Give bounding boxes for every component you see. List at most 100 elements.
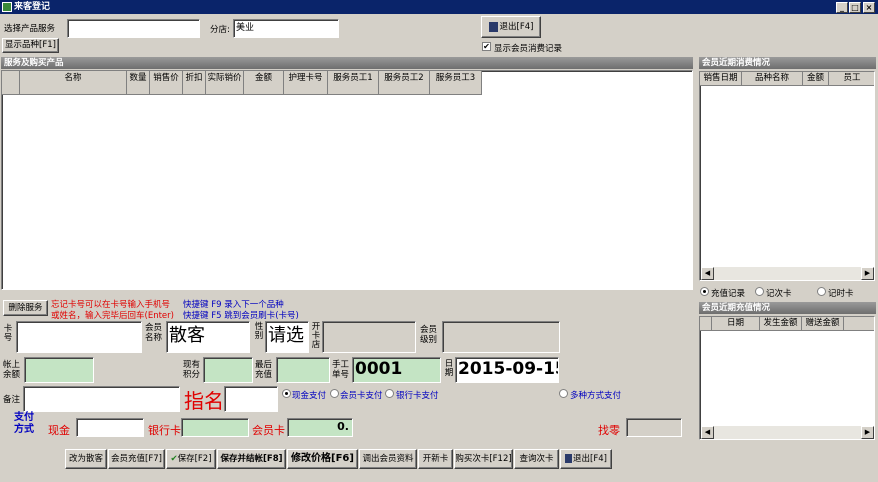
consume-col-item[interactable]: 品种名称 bbox=[742, 72, 803, 86]
to-walkin-button[interactable]: 改为散客 bbox=[65, 449, 107, 469]
scroll-right-icon[interactable]: ▶ bbox=[861, 426, 874, 439]
radio-times-card[interactable] bbox=[755, 287, 764, 296]
consume-hscrollbar[interactable]: ◀ ▶ bbox=[701, 267, 874, 280]
col-staff-2[interactable]: 服务员工2 bbox=[379, 71, 430, 95]
recharge-col-date[interactable]: 日期 bbox=[712, 317, 760, 331]
points-label: 现有积分 bbox=[183, 360, 201, 380]
cash-label: 现金 bbox=[48, 424, 70, 437]
manual-no-input[interactable]: 0001 bbox=[352, 357, 441, 383]
member-level-input[interactable] bbox=[442, 321, 560, 353]
col-amount[interactable]: 金额 bbox=[244, 71, 284, 95]
modify-price-button[interactable]: 修改价格[F6] bbox=[287, 449, 358, 469]
card-no-label: 卡号 bbox=[3, 324, 13, 343]
exit-top-button[interactable]: 退出[F4] bbox=[481, 16, 541, 38]
consume-col-amount[interactable]: 金额 bbox=[803, 72, 829, 86]
col-discount[interactable]: 折扣 bbox=[183, 71, 206, 95]
hint-red-2: 或姓名，输入完毕后回车(Enter) bbox=[51, 311, 174, 321]
window-title: 来客登记 bbox=[14, 2, 51, 12]
account-balance-input[interactable] bbox=[24, 357, 94, 383]
load-member-button[interactable]: 调出会员资料 bbox=[359, 449, 417, 469]
account-balance-label: 帐上余额 bbox=[3, 360, 21, 380]
open-card-button[interactable]: 开新卡 bbox=[418, 449, 453, 469]
minimize-icon[interactable]: _ bbox=[836, 2, 848, 13]
member-recharge-panel-title: 会员近期充值情况 bbox=[699, 302, 876, 314]
remark-input[interactable] bbox=[23, 386, 180, 412]
recharge-hscrollbar[interactable]: ◀ ▶ bbox=[701, 426, 874, 439]
show-item-button[interactable]: 显示品种[F1] bbox=[2, 38, 59, 53]
buy-times-card-button[interactable]: 购买次卡[F12] bbox=[454, 449, 513, 469]
date-label: 日期 bbox=[444, 359, 454, 378]
recharge-col-bonus[interactable]: 赠送金额 bbox=[802, 317, 844, 331]
title-bar: 来客登记 _ □ × bbox=[0, 0, 878, 14]
member-name-input[interactable]: 散客 bbox=[166, 321, 250, 353]
radio-pay-cash[interactable] bbox=[282, 389, 291, 398]
open-store-input[interactable] bbox=[322, 321, 416, 353]
manual-no-label: 手工单号 bbox=[332, 360, 350, 380]
member-card-label: 会员卡 bbox=[252, 424, 285, 437]
last-recharge-input[interactable] bbox=[276, 357, 330, 383]
radio-pay-multi-label: 多种方式支付 bbox=[570, 391, 622, 401]
consume-col-date[interactable]: 销售日期 bbox=[700, 72, 742, 86]
member-recharge-grid[interactable]: 日期 发生金额 赠送金额 ◀ ▶ bbox=[699, 316, 875, 440]
col-care-card[interactable]: 护理卡号 bbox=[284, 71, 328, 95]
col-name[interactable]: 名称 bbox=[20, 71, 127, 95]
exit-bottom-label: 退出[F4] bbox=[573, 454, 607, 464]
designate-label: 指名 bbox=[184, 389, 224, 413]
exit-door-icon bbox=[565, 454, 573, 463]
radio-pay-multi[interactable] bbox=[559, 389, 568, 398]
radio-recharge-records[interactable] bbox=[700, 287, 709, 296]
radio-recharge-records-label: 充值记录 bbox=[711, 289, 746, 299]
col-qty[interactable]: 数量 bbox=[127, 71, 150, 95]
radio-times-card-label: 记次卡 bbox=[766, 289, 792, 299]
radio-pay-cash-label: 现金支付 bbox=[292, 391, 327, 401]
radio-time-card[interactable] bbox=[817, 287, 826, 296]
delete-service-button[interactable]: 删除服务 bbox=[3, 300, 48, 316]
save-checkout-button[interactable]: 保存并结帐[F8] bbox=[217, 449, 286, 469]
recharge-col-amount[interactable]: 发生金额 bbox=[760, 317, 802, 331]
member-card-input[interactable]: 0. bbox=[287, 418, 353, 437]
exit-bottom-button[interactable]: 退出[F4] bbox=[560, 449, 612, 469]
cash-input[interactable] bbox=[76, 418, 144, 437]
gender-label: 性别 bbox=[254, 322, 264, 341]
member-level-label: 会员级别 bbox=[420, 325, 438, 345]
bank-card-input[interactable] bbox=[181, 418, 249, 437]
col-staff-1[interactable]: 服务员工1 bbox=[328, 71, 379, 95]
services-grid[interactable]: 名称 数量 销售价 折扣 实际销价 金额 护理卡号 服务员工1 服务员工2 服务… bbox=[1, 70, 693, 290]
exit-door-icon bbox=[488, 21, 498, 32]
save-button[interactable]: ✔保存[F2] bbox=[166, 449, 216, 469]
radio-time-card-label: 记时卡 bbox=[828, 289, 854, 299]
recharge-row-indicator bbox=[700, 317, 712, 331]
col-sale-price[interactable]: 销售价 bbox=[150, 71, 183, 95]
app-icon bbox=[2, 2, 12, 12]
radio-pay-bank-card-label: 银行卡支付 bbox=[396, 391, 439, 401]
branch-input[interactable]: 美业 bbox=[233, 19, 339, 38]
recharge-col-extra bbox=[844, 317, 874, 331]
select-service-input[interactable] bbox=[67, 19, 200, 38]
card-no-input[interactable] bbox=[16, 321, 142, 353]
member-recharge-button[interactable]: 会员充值[F7] bbox=[108, 449, 165, 469]
exit-top-label: 退出[F4] bbox=[499, 22, 534, 32]
close-icon[interactable]: × bbox=[863, 2, 875, 13]
scroll-left-icon[interactable]: ◀ bbox=[701, 426, 714, 439]
col-actual-price[interactable]: 实际销价 bbox=[206, 71, 244, 95]
scroll-left-icon[interactable]: ◀ bbox=[701, 267, 714, 280]
radio-pay-member-card[interactable] bbox=[330, 389, 339, 398]
main-window: 来客登记 _ □ × 选择产品服务 分店: 美业 退出[F4] 显示品种[F1]… bbox=[0, 0, 878, 482]
services-panel-title: 服务及购买产品 bbox=[1, 57, 693, 69]
change-label: 找零 bbox=[598, 424, 620, 437]
designate-input[interactable] bbox=[224, 386, 278, 412]
gender-select[interactable]: 请选 bbox=[265, 321, 309, 353]
row-indicator-header bbox=[2, 71, 20, 95]
date-input[interactable]: 2015-09-15 bbox=[455, 357, 559, 383]
show-member-records-checkbox[interactable]: ✔ bbox=[482, 42, 491, 51]
points-input[interactable] bbox=[203, 357, 253, 383]
radio-pay-bank-card[interactable] bbox=[385, 389, 394, 398]
consume-col-staff[interactable]: 员工 bbox=[829, 72, 874, 86]
member-consume-panel-title: 会员近期消费情况 bbox=[699, 57, 876, 69]
col-staff-3[interactable]: 服务员工3 bbox=[430, 71, 482, 95]
scroll-right-icon[interactable]: ▶ bbox=[861, 267, 874, 280]
maximize-icon[interactable]: □ bbox=[849, 2, 861, 13]
change-input[interactable] bbox=[626, 418, 682, 437]
member-consume-grid[interactable]: 销售日期 品种名称 金额 员工 ◀ ▶ bbox=[699, 71, 875, 281]
query-times-card-button[interactable]: 查询次卡 bbox=[514, 449, 559, 469]
